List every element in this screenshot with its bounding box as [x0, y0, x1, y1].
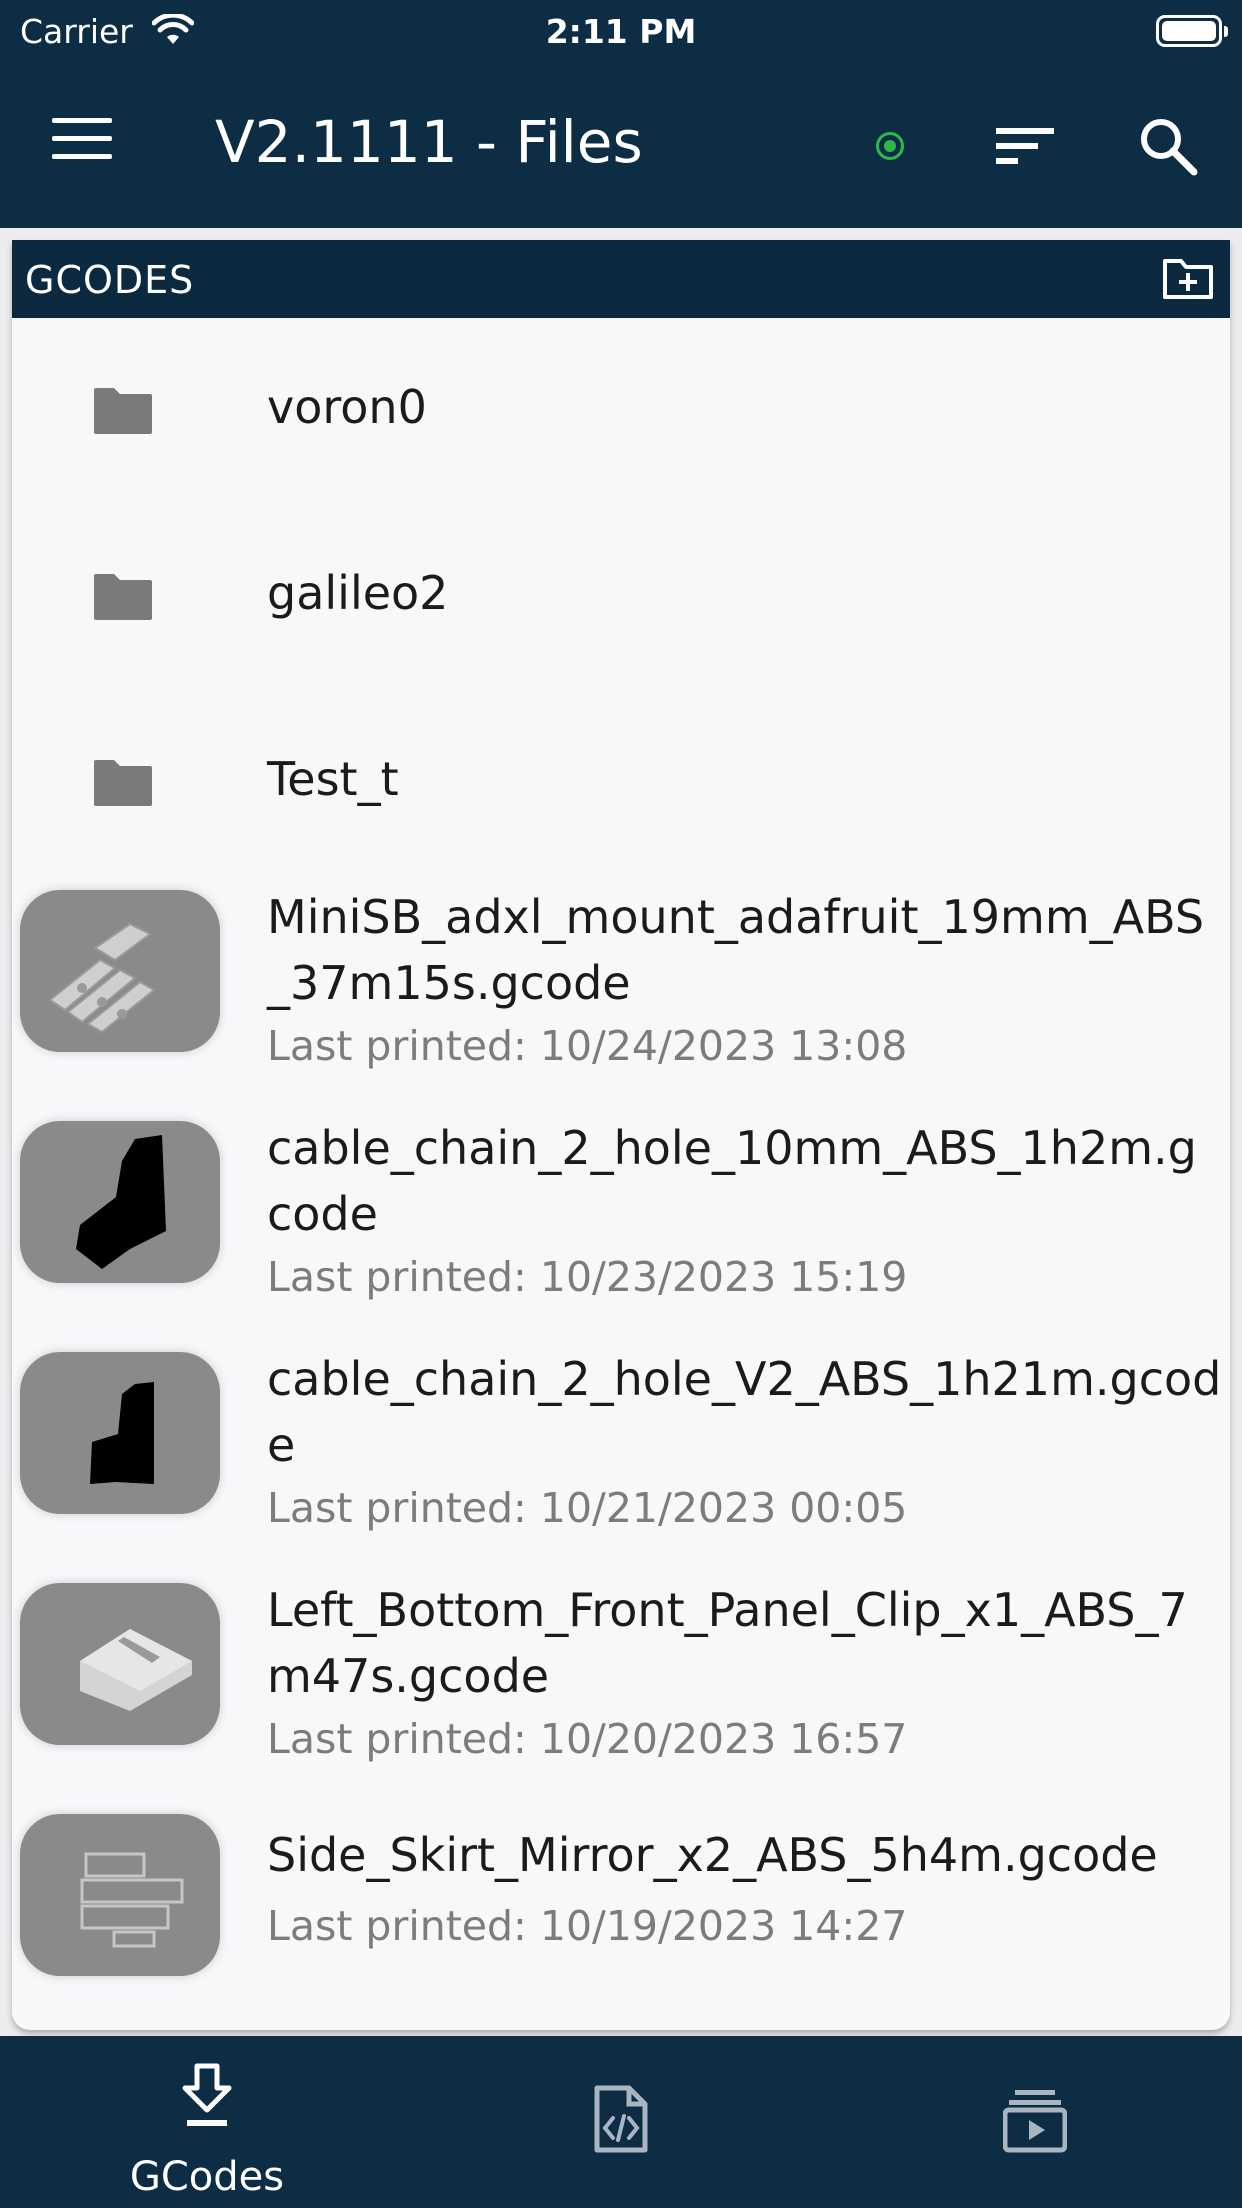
menu-icon[interactable] — [52, 118, 112, 164]
folder-name: galileo2 — [267, 566, 449, 620]
gcode-thumbnail — [20, 1352, 220, 1514]
status-time: 2:11 PM — [545, 12, 697, 51]
gcode-thumbnail — [20, 1121, 220, 1283]
gcode-file-name: cable_chain_2_hole_V2_ABS_1h21m.gcode — [267, 1352, 1222, 1472]
folder-row[interactable]: voron0 — [12, 318, 1230, 504]
top-bar: Carrier 2:11 PM V2.1111 - Files — [0, 0, 1242, 228]
gcode-file-row[interactable]: MiniSB_adxl_mount_adafruit_19mm_ABS_37m1… — [12, 876, 1230, 1107]
tab-label: GCodes — [129, 2154, 285, 2200]
folder-row[interactable]: galileo2 — [12, 504, 1230, 690]
folder-icon — [94, 760, 152, 806]
sort-icon[interactable] — [996, 122, 1054, 170]
last-printed-label: Last printed: 10/24/2023 13:08 — [267, 1022, 908, 1070]
status-bar: Carrier 2:11 PM — [0, 0, 1242, 62]
gcode-thumbnail — [20, 890, 220, 1052]
app-bar: V2.1111 - Files — [0, 62, 1242, 228]
folder-name: voron0 — [267, 380, 427, 434]
battery-icon — [1156, 15, 1228, 47]
gcode-file-row[interactable]: Left_Bottom_Front_Panel_Clip_x1_ABS_7m47… — [12, 1569, 1230, 1800]
directory-title: GCODES — [25, 258, 195, 302]
gcode-file-row[interactable]: cable_chain_2_hole_V2_ABS_1h21m.gcode La… — [12, 1338, 1230, 1569]
gcode-file-name: MiniSB_adxl_mount_adafruit_19mm_ABS_37m1… — [267, 890, 1205, 1010]
page-title: V2.1111 - Files — [215, 108, 643, 176]
config-file-icon — [594, 2085, 648, 2153]
folder-icon — [94, 388, 152, 434]
gcode-thumbnail — [20, 1583, 220, 1745]
last-printed-label: Last printed: 10/23/2023 15:19 — [267, 1253, 908, 1301]
search-icon[interactable] — [1138, 116, 1198, 176]
gcode-file-name: Side_Skirt_Mirror_x2_ABS_5h4m.gcode — [267, 1828, 1158, 1882]
folder-row[interactable]: Test_t — [12, 690, 1230, 876]
last-printed-label: Last printed: 10/21/2023 00:05 — [267, 1484, 908, 1532]
gcode-thumbnail — [20, 1814, 220, 1976]
last-printed-label: Last printed: 10/19/2023 14:27 — [267, 1902, 908, 1950]
create-folder-icon[interactable] — [1162, 256, 1214, 300]
files-card: GCODES voron0 galileo2 Test_t MiniSB_adx… — [12, 240, 1230, 2030]
tab-timelapse[interactable] — [828, 2036, 1242, 2208]
files-card-header: GCODES — [12, 240, 1230, 318]
gcode-file-name: Left_Bottom_Front_Panel_Clip_x1_ABS_7m47… — [267, 1583, 1188, 1703]
tab-gcodes[interactable]: GCodes — [0, 2036, 414, 2208]
folder-icon — [94, 574, 152, 620]
gcode-file-row[interactable]: cable_chain_2_hole_10mm_ABS_1h2m.gcode L… — [12, 1107, 1230, 1338]
folder-name: Test_t — [267, 752, 399, 806]
gcode-file-row[interactable]: Side_Skirt_Mirror_x2_ABS_5h4m.gcode Last… — [12, 1800, 1230, 2030]
tab-config-files[interactable] — [414, 2036, 828, 2208]
gcode-download-icon — [182, 2063, 232, 2126]
gcode-file-name: cable_chain_2_hole_10mm_ABS_1h2m.gcode — [267, 1121, 1197, 1241]
timelapse-icon — [1003, 2090, 1067, 2153]
last-printed-label: Last printed: 10/20/2023 16:57 — [267, 1715, 908, 1763]
connection-status-icon — [876, 132, 904, 160]
bottom-navigation: GCodes — [0, 2036, 1242, 2208]
